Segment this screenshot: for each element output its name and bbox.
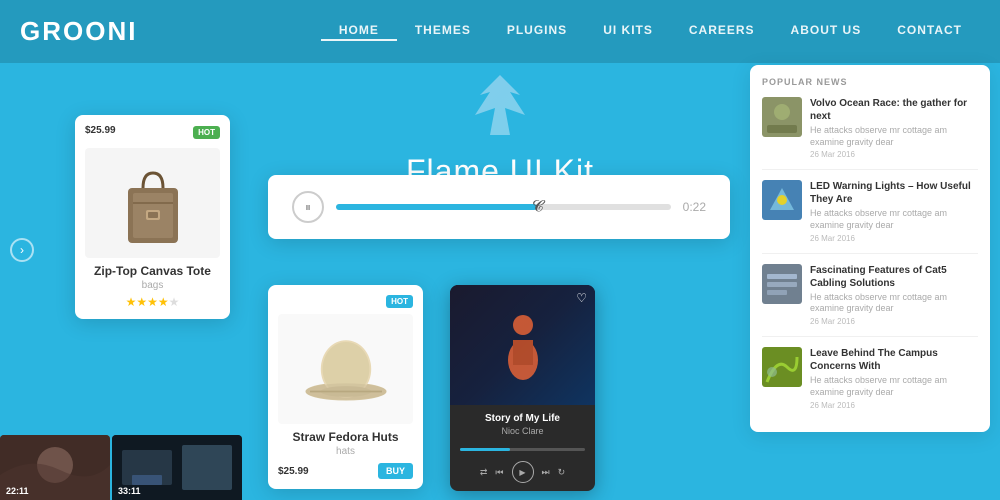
news-date-4: 26 Mar 2016 <box>810 401 978 410</box>
music-progress-fill <box>460 448 510 451</box>
left-arrow-button[interactable]: › <box>10 238 34 262</box>
price-buy-row: $25.99 BUY <box>278 463 413 479</box>
progress-bar[interactable]: 𝓒 <box>336 204 671 210</box>
news-excerpt-3: He attacks observe mr cottage am examine… <box>810 292 978 315</box>
brand-logo: GROONI <box>20 16 137 47</box>
news-thumb-2 <box>762 180 802 220</box>
product-rating: ★★★★★ <box>85 295 220 309</box>
shuffle-icon[interactable]: ⇄ <box>480 467 488 478</box>
heart-icon[interactable]: ♡ <box>576 291 587 305</box>
product-card-tote: $25.99 HOT Zip-Top Canvas Tote bags ★★★★… <box>75 115 230 319</box>
thumbnail-1-time: 22:11 <box>6 486 29 496</box>
prev-icon[interactable]: ⏮ <box>495 467 503 478</box>
pause-button[interactable]: ⏸ <box>292 191 324 223</box>
news-excerpt-1: He attacks observe mr cottage am examine… <box>810 125 978 148</box>
nav-links: HOME THEMES PLUGINS UI KITS CAREERS ABOU… <box>321 23 980 41</box>
product2-image <box>278 314 413 424</box>
hot-badge: HOT <box>193 126 220 139</box>
music-progress[interactable] <box>460 448 585 451</box>
nav-aboutus[interactable]: ABOUT US <box>773 23 880 41</box>
music-info: Story of My Life Nioc Clare <box>450 405 595 442</box>
news-date-3: 26 Mar 2016 <box>810 317 978 326</box>
news-title-4: Leave Behind The Campus Concerns With <box>810 347 978 373</box>
nav-careers[interactable]: CAREERS <box>671 23 773 41</box>
product-card-hat: HOT Straw Fedora Huts hats $25.99 BUY <box>268 285 423 489</box>
product2-price: $25.99 <box>278 466 309 477</box>
nav-home[interactable]: HOME <box>321 23 397 41</box>
news-date-2: 26 Mar 2016 <box>810 234 978 243</box>
news-excerpt-2: He attacks observe mr cottage am examine… <box>810 208 978 231</box>
flame-icon <box>470 70 530 140</box>
navbar: GROONI HOME THEMES PLUGINS UI KITS CAREE… <box>0 0 1000 63</box>
product-image <box>85 148 220 258</box>
product-category: bags <box>85 280 220 291</box>
audio-player: ⏸ 𝓒 0:22 <box>268 175 730 239</box>
news-thumb-3 <box>762 264 802 304</box>
news-content-4: Leave Behind The Campus Concerns With He… <box>810 347 978 409</box>
news-thumb-4 <box>762 347 802 387</box>
news-content-1: Volvo Ocean Race: the gather for next He… <box>810 97 978 159</box>
news-date-1: 26 Mar 2016 <box>810 150 978 159</box>
news-title-1: Volvo Ocean Race: the gather for next <box>810 97 978 123</box>
thumbnail-1[interactable]: 22:11 <box>0 435 110 500</box>
news-item-3: Fascinating Features of Cat5 Cabling Sol… <box>762 264 978 337</box>
product-price: $25.99 <box>85 125 116 136</box>
nav-plugins[interactable]: PLUGINS <box>489 23 585 41</box>
music-play-button[interactable]: ▶ <box>512 461 534 483</box>
news-item-4: Leave Behind The Campus Concerns With He… <box>762 347 978 419</box>
nav-uikits[interactable]: UI KITS <box>585 23 671 41</box>
buy-button[interactable]: BUY <box>378 463 413 479</box>
news-item-1: Volvo Ocean Race: the gather for next He… <box>762 97 978 170</box>
thumbnail-2[interactable]: 33:11 <box>112 435 242 500</box>
product2-name: Straw Fedora Huts <box>278 430 413 444</box>
news-excerpt-4: He attacks observe mr cottage am examine… <box>810 375 978 398</box>
thumbnail-2-time: 33:11 <box>118 486 141 496</box>
news-title-2: LED Warning Lights – How Useful They Are <box>810 180 978 206</box>
music-controls: ⇄ ⏮ ▶ ⏭ ↻ <box>450 457 595 491</box>
product-name: Zip-Top Canvas Tote <box>85 264 220 278</box>
news-header: POPULAR NEWS <box>762 77 978 87</box>
music-artwork: ♡ <box>450 285 595 405</box>
music-artist: Nioc Clare <box>460 426 585 436</box>
progress-fill <box>336 204 537 210</box>
news-thumb-1 <box>762 97 802 137</box>
news-content-2: LED Warning Lights – How Useful They Are… <box>810 180 978 242</box>
time-display: 0:22 <box>683 200 706 214</box>
music-player-card: ♡ Story of My Life Nioc Clare ⇄ ⏮ ▶ ⏭ ↻ <box>450 285 595 491</box>
repeat-icon[interactable]: ↻ <box>558 467 566 478</box>
nav-contact[interactable]: CONTACT <box>879 23 980 41</box>
product2-category: hats <box>278 446 413 457</box>
news-title-3: Fascinating Features of Cat5 Cabling Sol… <box>810 264 978 290</box>
music-title: Story of My Life <box>460 413 585 424</box>
next-icon[interactable]: ⏭ <box>542 467 550 478</box>
nav-themes[interactable]: THEMES <box>397 23 489 41</box>
hot-badge-2: HOT <box>386 295 413 308</box>
news-panel: POPULAR NEWS Volvo Ocean Race: the gathe… <box>750 65 990 432</box>
news-content-3: Fascinating Features of Cat5 Cabling Sol… <box>810 264 978 326</box>
progress-cursor: 𝓒 <box>532 198 543 216</box>
news-item-2: LED Warning Lights – How Useful They Are… <box>762 180 978 253</box>
